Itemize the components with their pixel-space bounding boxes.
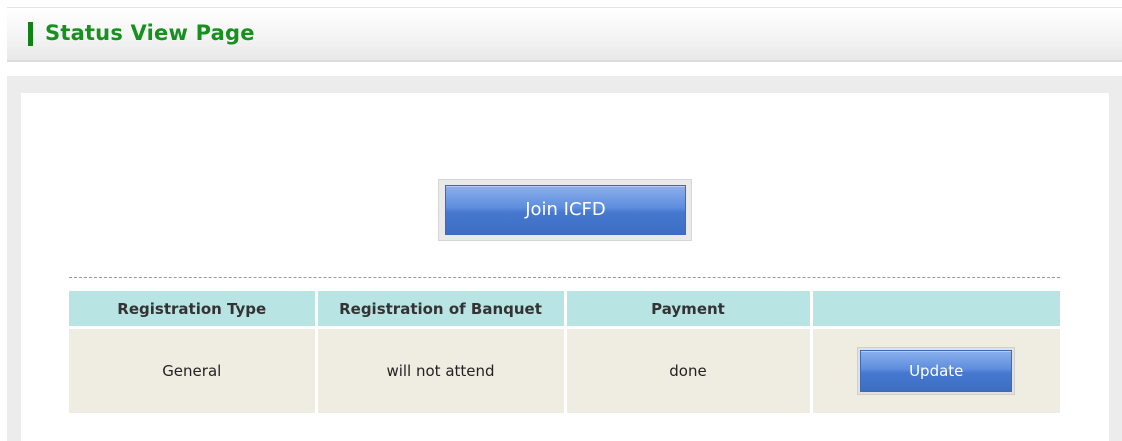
page-title: Status View Page — [45, 21, 255, 45]
status-table: Registration Type Registration of Banque… — [69, 291, 1060, 413]
status-view-page: Status View Page Join ICFD Registration … — [0, 0, 1122, 441]
dashed-divider — [69, 277, 1060, 278]
join-button-frame: Join ICFD — [438, 179, 692, 241]
cell-payment: done — [563, 326, 813, 413]
page-header: Status View Page — [7, 7, 1122, 61]
cell-banquet: will not attend — [314, 326, 567, 413]
column-header-banquet: Registration of Banquet — [314, 291, 567, 328]
join-icfd-button[interactable]: Join ICFD — [445, 185, 686, 235]
header-divider — [7, 60, 1122, 62]
column-header-registration-type: Registration Type — [69, 291, 318, 328]
update-button-frame: Update — [857, 347, 1016, 395]
table-row: General will not attend done Update — [69, 326, 1060, 413]
cell-registration-type: General — [69, 326, 318, 413]
column-header-payment: Payment — [563, 291, 813, 328]
table-header-row: Registration Type Registration of Banque… — [69, 291, 1060, 328]
cell-action: Update — [809, 326, 1060, 413]
column-header-action — [809, 291, 1060, 328]
title-accent-bar — [28, 22, 33, 46]
update-button[interactable]: Update — [860, 350, 1013, 392]
